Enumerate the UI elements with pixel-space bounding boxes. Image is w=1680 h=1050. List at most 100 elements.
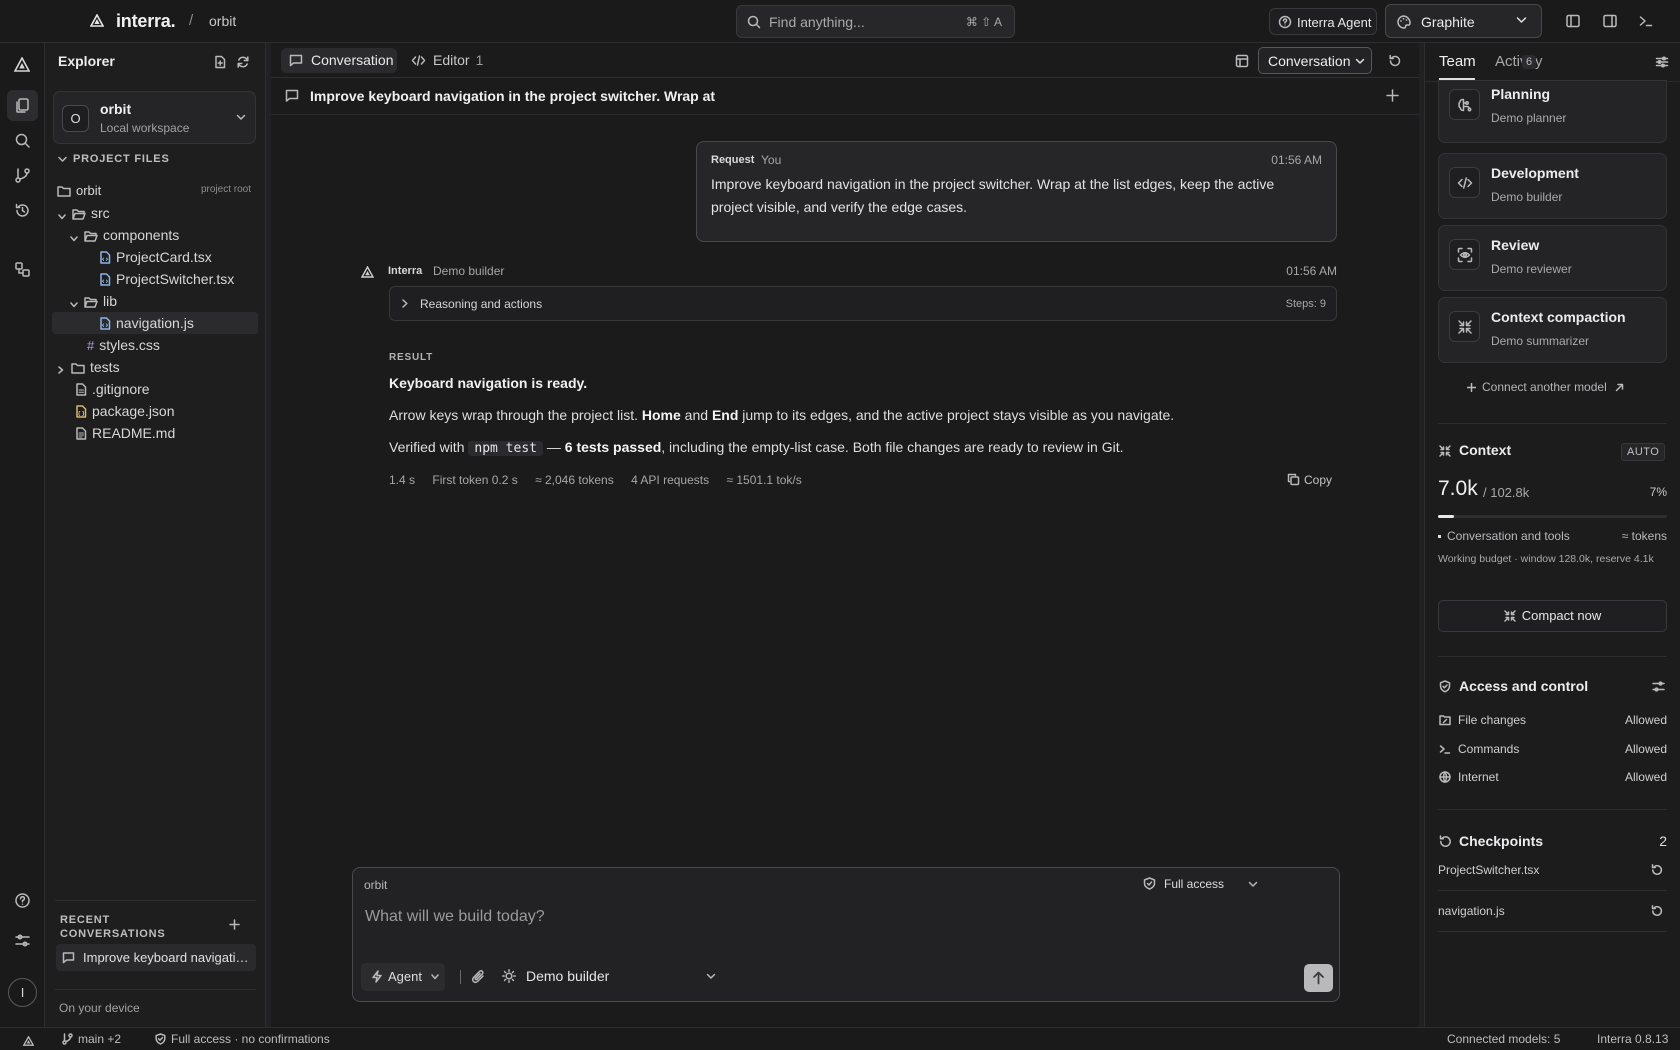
model-card-development[interactable]: Development Demo builder — [1438, 153, 1667, 219]
kbd-end: End — [711, 407, 739, 423]
sliders-icon[interactable] — [1655, 55, 1669, 69]
activity-search[interactable] — [7, 125, 38, 156]
new-conversation-plus-icon[interactable] — [229, 919, 240, 930]
reload-icon[interactable] — [1388, 54, 1402, 68]
project-files-header[interactable]: PROJECT FILES — [58, 153, 170, 165]
checkpoint-label: ProjectSwitcher.tsx — [1438, 863, 1540, 877]
send-button[interactable] — [1304, 964, 1333, 992]
chevron-right-icon — [58, 366, 64, 374]
device-divider — [55, 989, 256, 990]
folder-pen-icon — [1439, 715, 1451, 726]
context-mode-badge[interactable]: AUTO — [1621, 443, 1666, 461]
checkpoint-item[interactable]: navigation.js — [1438, 892, 1667, 932]
tree-label-gitignore: .gitignore — [92, 381, 150, 397]
tab-conversation[interactable]: Conversation — [281, 48, 397, 73]
copy-icon — [1287, 473, 1300, 486]
context-total: / 102.8k — [1483, 485, 1530, 500]
view-mode-select[interactable]: Conversation — [1258, 47, 1372, 74]
tree-folder-src[interactable]: src — [52, 202, 258, 224]
tab-editor[interactable]: Editor 1 — [403, 48, 489, 73]
git-branch-icon — [15, 168, 30, 183]
tree-file-projectswitcher[interactable]: ProjectSwitcher.tsx — [52, 268, 258, 290]
refresh-icon[interactable] — [236, 55, 250, 69]
toggle-right-panel-icon[interactable] — [1602, 13, 1618, 29]
sliders-icon[interactable] — [1652, 680, 1665, 693]
layout-icon[interactable] — [1235, 54, 1249, 68]
stat-tokens: ≈ 2,046 tokens — [535, 473, 614, 487]
response-agent: Demo builder — [433, 264, 505, 278]
activity-explorer[interactable] — [7, 90, 38, 121]
checkpoint-label: navigation.js — [1438, 904, 1505, 918]
tab-bar: Conversation Editor 1 Conversation — [271, 43, 1419, 78]
activity-help[interactable] — [7, 885, 38, 916]
tree-folder-tests[interactable]: tests — [52, 356, 258, 378]
shield-check-icon — [1143, 877, 1156, 890]
agent-mode-select[interactable]: Agent — [361, 963, 445, 991]
copy-button[interactable]: Copy — [1287, 473, 1332, 487]
tree-file-projectcard[interactable]: ProjectCard.tsx — [52, 246, 258, 268]
connected-models[interactable]: Connected models: 5 — [1447, 1032, 1560, 1046]
model-card-planning[interactable]: Planning Demo planner — [1438, 80, 1667, 143]
tree-folder-lib[interactable]: lib — [52, 290, 258, 312]
tree-file-styles[interactable]: # styles.css — [52, 334, 258, 356]
global-search[interactable]: Find anything... ⌘ ⇧ A — [736, 5, 1015, 38]
model-card-review[interactable]: Review Demo reviewer — [1438, 225, 1667, 291]
tree-folder-components[interactable]: components — [52, 224, 258, 246]
model-card-context-compaction[interactable]: Context compaction Demo summarizer — [1438, 297, 1667, 363]
restore-icon — [1651, 864, 1663, 876]
recent-conversation-item[interactable]: Improve keyboard navigation in the proje… — [56, 944, 256, 971]
activity-source-control[interactable] — [7, 160, 38, 191]
context-legend-unit: ≈ tokens — [1621, 529, 1667, 543]
composer-input[interactable]: What will we build today? — [365, 908, 545, 926]
status-bar: main +2 Full access · no confirmations C… — [0, 1027, 1680, 1050]
new-file-icon[interactable] — [213, 55, 227, 69]
reasoning-toggle[interactable]: Reasoning and actions Steps: 9 — [389, 286, 1337, 321]
access-indicator[interactable]: Full access · no confirmations — [155, 1032, 330, 1046]
checkpoint-item[interactable]: ProjectSwitcher.tsx — [1438, 851, 1667, 891]
access-row-commands[interactable]: Commands Allowed — [1439, 742, 1667, 756]
tab-team[interactable]: Team — [1439, 53, 1476, 70]
interra-logo-icon[interactable] — [90, 14, 104, 27]
new-conversation-plus-icon[interactable] — [1386, 89, 1399, 102]
access-row-file-changes[interactable]: File changes Allowed — [1439, 713, 1667, 727]
chevron-down-icon[interactable] — [1248, 881, 1258, 888]
tree-file-package[interactable]: package.json — [52, 400, 258, 422]
workspace-avatar: O — [62, 105, 89, 132]
response-stats: 1.4 s First token 0.2 s ≈ 2,046 tokens 4… — [389, 473, 816, 487]
access-row-internet[interactable]: Internet Allowed — [1439, 770, 1667, 784]
chevron-right-icon — [402, 299, 408, 308]
terminal-icon[interactable] — [1638, 13, 1654, 29]
tree-file-gitignore[interactable]: .gitignore — [52, 378, 258, 400]
user-avatar[interactable]: I — [8, 978, 37, 1007]
tree-label-components: components — [103, 227, 180, 243]
interra-agent-button[interactable]: Interra Agent — [1269, 8, 1377, 35]
message-square-icon — [62, 952, 75, 964]
breadcrumb-project[interactable]: orbit — [209, 13, 236, 29]
zap-icon — [372, 970, 382, 983]
chevron-down-icon[interactable] — [706, 973, 716, 980]
toggle-left-panel-icon[interactable] — [1565, 13, 1581, 29]
interra-logo-icon[interactable] — [23, 1033, 39, 1047]
workspace-switcher[interactable]: O orbit Local workspace — [53, 91, 256, 144]
tree-root-orbit[interactable]: orbit project root — [52, 180, 258, 202]
file-code-icon — [100, 317, 111, 330]
tree-file-navigation[interactable]: navigation.js — [52, 312, 258, 334]
interra-agent-label: Interra Agent — [1297, 15, 1372, 30]
connect-model-link[interactable]: Connect another model — [1467, 380, 1624, 394]
paperclip-icon[interactable] — [471, 969, 485, 984]
branch-indicator[interactable]: main +2 — [62, 1032, 121, 1046]
tree-file-readme[interactable]: README.md — [52, 422, 258, 444]
access-level-select[interactable]: Full access — [1143, 877, 1224, 891]
explorer-title: Explorer — [58, 53, 115, 69]
access-row-value: Allowed — [1624, 742, 1667, 756]
activity-history[interactable] — [7, 195, 38, 226]
activity-extensions[interactable] — [7, 254, 38, 285]
context-legend: Conversation and tools ≈ tokens — [1438, 529, 1667, 543]
scan-eye-icon — [1457, 247, 1473, 263]
model-select[interactable]: Demo builder — [502, 968, 609, 984]
restore-icon — [1651, 905, 1663, 917]
brand-name[interactable]: interra. — [116, 11, 176, 32]
theme-select[interactable]: Graphite — [1385, 4, 1542, 38]
activity-settings[interactable] — [7, 925, 38, 956]
compact-now-button[interactable]: Compact now — [1438, 600, 1667, 632]
